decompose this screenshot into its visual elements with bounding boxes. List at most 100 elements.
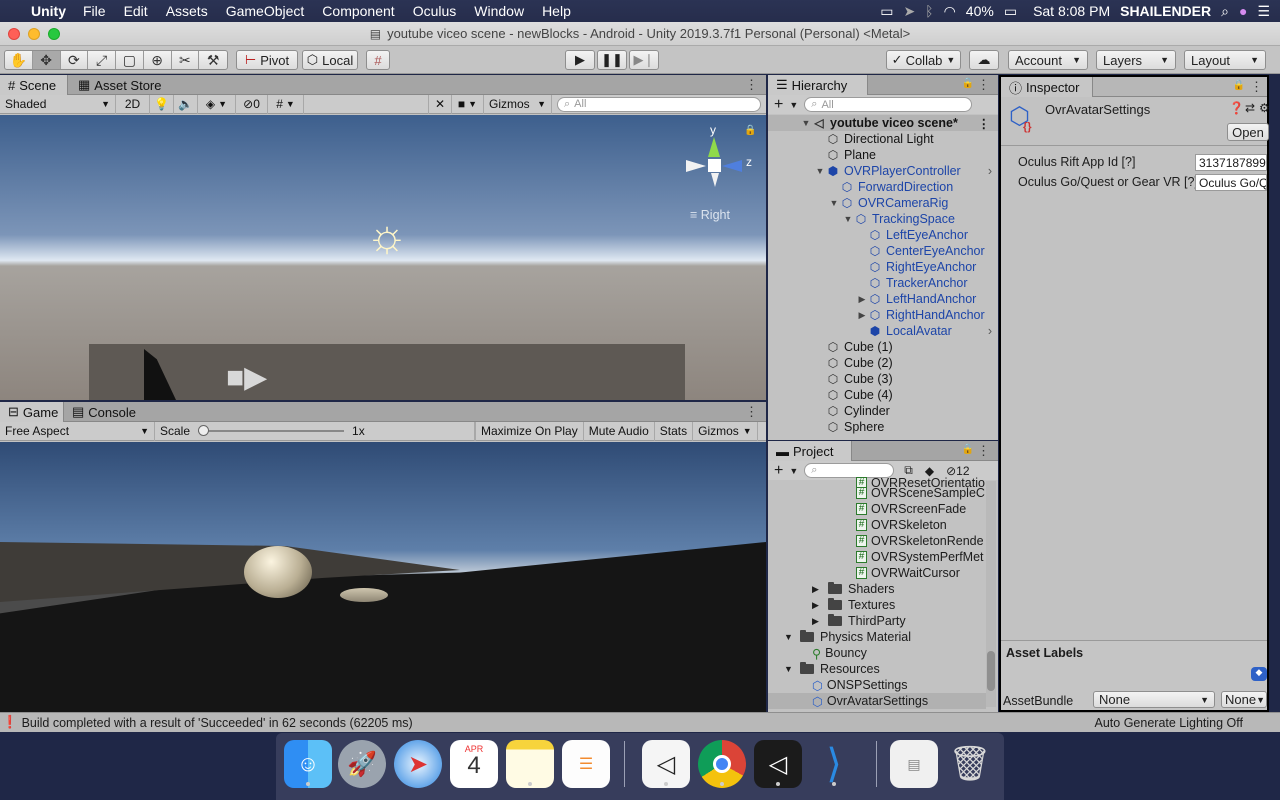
hand-tool-icon[interactable]: ✋ bbox=[5, 51, 33, 69]
status-bar[interactable]: ❗ Build completed with a result of 'Succ… bbox=[0, 712, 1280, 732]
scene-search-input[interactable]: ⌕ All bbox=[557, 96, 761, 112]
proj-item-script[interactable]: # OVRSceneSampleC bbox=[768, 485, 998, 501]
finder-icon[interactable]: ☺ bbox=[284, 740, 332, 788]
stats-toggle[interactable]: Stats bbox=[655, 421, 694, 441]
collab-dropdown[interactable]: ✓ Collab ▼ bbox=[886, 50, 961, 70]
inspector-menu-icon[interactable]: ⋮ bbox=[1250, 79, 1263, 95]
menu-edit[interactable]: Edit bbox=[115, 3, 157, 19]
menu-oculus[interactable]: Oculus bbox=[404, 3, 466, 19]
pause-button[interactable]: ❚❚ bbox=[597, 50, 627, 70]
mute-audio-toggle[interactable]: Mute Audio bbox=[584, 421, 655, 441]
axis-y-cone[interactable] bbox=[708, 137, 720, 157]
menu-help[interactable]: Help bbox=[533, 3, 580, 19]
hier-item-cube-2[interactable]: ⬡ Cube (2) bbox=[768, 355, 998, 371]
proj-item-script[interactable]: # OVRWaitCursor bbox=[768, 565, 998, 581]
proj-item-onspsettings[interactable]: ⬡ ONSPSettings bbox=[768, 677, 998, 693]
pivot-toggle[interactable]: ⊢ Pivot bbox=[236, 50, 298, 70]
tab-scene[interactable]: # Scene bbox=[0, 75, 68, 95]
notes-icon[interactable] bbox=[506, 740, 554, 788]
hier-item-lefthandanchor[interactable]: ▶ ⬡ LeftHandAnchor bbox=[768, 291, 998, 307]
menu-file[interactable]: File bbox=[74, 3, 115, 19]
chevron-right-icon[interactable]: ▶ bbox=[812, 584, 828, 595]
chevron-down-icon[interactable]: ▼ bbox=[800, 118, 812, 128]
trash-icon[interactable]: 🗑 bbox=[946, 740, 994, 788]
rift-app-id-input[interactable]: 3137187899 bbox=[1195, 154, 1267, 171]
assetbundle-dropdown[interactable]: None ▼ bbox=[1093, 691, 1215, 708]
game-viewport[interactable] bbox=[0, 442, 766, 712]
menu-window[interactable]: Window bbox=[465, 3, 533, 19]
account-dropdown[interactable]: Account ▼ bbox=[1008, 50, 1088, 70]
proj-item-script[interactable]: # OVRSystemPerfMet bbox=[768, 549, 998, 565]
hierarchy-menu-icon[interactable]: ⋮ bbox=[977, 77, 990, 93]
scale-tool-icon[interactable]: ⤢ bbox=[88, 51, 116, 69]
hier-item-righthandanchor[interactable]: ▶ ⬡ RightHandAnchor bbox=[768, 307, 998, 323]
battery-icon[interactable]: ▭ bbox=[1004, 3, 1017, 20]
transform-tool-icon[interactable]: ⊕ bbox=[144, 51, 172, 69]
clock[interactable]: Sat 8:08 PM bbox=[1033, 3, 1110, 19]
tag-icon[interactable]: ◆ bbox=[1251, 667, 1267, 681]
hier-item-localavatar[interactable]: ⬢ LocalAvatar › bbox=[768, 323, 998, 339]
siri-icon[interactable]: ● bbox=[1239, 3, 1247, 19]
chevron-right-icon[interactable]: ▶ bbox=[856, 310, 868, 321]
chevron-down-icon[interactable]: ▼ bbox=[784, 664, 800, 674]
proj-folder-textures[interactable]: ▶ Textures bbox=[768, 597, 998, 613]
zoom-window-button[interactable] bbox=[48, 28, 60, 40]
hier-item-directional-light[interactable]: ⬡ Directional Light bbox=[768, 131, 998, 147]
menu-gameobject[interactable]: GameObject bbox=[217, 3, 314, 19]
proj-folder-thirdparty[interactable]: ▶ ThirdParty bbox=[768, 613, 998, 629]
proj-item-bouncy[interactable]: ⚲ Bouncy bbox=[768, 645, 998, 661]
hierarchy-search-input[interactable]: ⌕ All bbox=[804, 97, 973, 112]
project-menu-icon[interactable]: ⋮ bbox=[977, 443, 990, 459]
chevron-down-icon[interactable]: ▼ bbox=[842, 214, 854, 224]
project-search-input[interactable]: ⌕ bbox=[804, 463, 895, 478]
open-button[interactable]: Open bbox=[1227, 123, 1269, 141]
help-icon[interactable]: ❓ bbox=[1229, 101, 1244, 115]
tab-project[interactable]: ▬ Project bbox=[768, 441, 852, 461]
location-icon[interactable]: ➤ bbox=[903, 3, 915, 20]
documents-stack-icon[interactable]: ▤ bbox=[890, 740, 938, 788]
layout-dropdown[interactable]: Layout ▼ bbox=[1184, 50, 1266, 70]
lock-icon[interactable]: 🔒 bbox=[744, 125, 756, 136]
hier-item-sphere[interactable]: ⬡ Sphere bbox=[768, 419, 998, 435]
user-name[interactable]: SHAILENDER bbox=[1120, 3, 1211, 19]
audio-toggle-icon[interactable]: 🔈 bbox=[174, 94, 198, 114]
cloud-button[interactable]: ☁ bbox=[969, 50, 999, 70]
toggle-2d-button[interactable]: 2D bbox=[116, 94, 150, 114]
axis-x-cone[interactable] bbox=[686, 160, 706, 172]
spotlight-search-icon[interactable]: ⌕ bbox=[1221, 3, 1229, 20]
rect-tool-icon[interactable]: ▢ bbox=[116, 51, 144, 69]
tab-inspector[interactable]: ⓘ Inspector bbox=[1001, 77, 1093, 97]
axis-center-cube[interactable] bbox=[708, 159, 721, 172]
hier-item-cube-1[interactable]: ⬡ Cube (1) bbox=[768, 339, 998, 355]
launchpad-icon[interactable]: 🚀 bbox=[338, 740, 386, 788]
local-toggle[interactable]: ⬡ Local bbox=[302, 50, 358, 70]
hier-item-lefteyeanchor[interactable]: ⬡ LeftEyeAnchor bbox=[768, 227, 998, 243]
gizmos-dropdown[interactable]: Gizmos ▼ bbox=[484, 94, 552, 114]
vscode-icon[interactable]: ⟩ bbox=[810, 740, 858, 788]
chevron-down-icon[interactable]: ▼ bbox=[828, 198, 840, 208]
lighting-toggle-icon[interactable]: 💡 bbox=[150, 94, 174, 114]
unity-editor-icon[interactable]: ◁ bbox=[754, 740, 802, 788]
tab-console[interactable]: ▤ Console bbox=[64, 402, 144, 422]
scene-menu-icon[interactable]: ⋮ bbox=[978, 116, 991, 131]
tab-game[interactable]: ⊟ Game bbox=[0, 402, 64, 422]
chevron-right-icon[interactable]: ▶ bbox=[812, 600, 828, 611]
game-gizmos-dropdown[interactable]: Gizmos ▼ bbox=[693, 421, 758, 441]
menu-app-unity[interactable]: Unity bbox=[27, 3, 74, 19]
scene-root-row[interactable]: ▼ ◁ youtube viceo scene* ⋮ bbox=[768, 115, 998, 131]
camera-dropdown[interactable]: ■ ▼ bbox=[452, 94, 484, 114]
move-tool-icon[interactable]: ✥ bbox=[32, 51, 61, 69]
hier-item-forwarddirection[interactable]: ⬡ ForwardDirection bbox=[768, 179, 998, 195]
project-scrollbar-thumb[interactable] bbox=[987, 651, 995, 691]
presets-icon[interactable]: ⇄ bbox=[1245, 101, 1255, 115]
hier-item-centereyeanchor[interactable]: ⬡ CenterEyeAnchor bbox=[768, 243, 998, 259]
proj-folder-physics-material[interactable]: ▼ Physics Material bbox=[768, 629, 998, 645]
step-button[interactable]: ▶❘ bbox=[629, 50, 659, 70]
proj-item-script[interactable]: # OVRSkeleton bbox=[768, 517, 998, 533]
maximize-on-play-toggle[interactable]: Maximize On Play bbox=[475, 421, 584, 441]
proj-item-ovravatarsettings[interactable]: ⬡ OvrAvatarSettings bbox=[768, 693, 986, 709]
bluetooth-icon[interactable]: ᛒ bbox=[925, 3, 933, 19]
menu-component[interactable]: Component bbox=[313, 3, 403, 19]
chevron-right-icon[interactable]: › bbox=[988, 324, 992, 338]
grid-dropdown[interactable]: # ▼ bbox=[268, 94, 304, 114]
